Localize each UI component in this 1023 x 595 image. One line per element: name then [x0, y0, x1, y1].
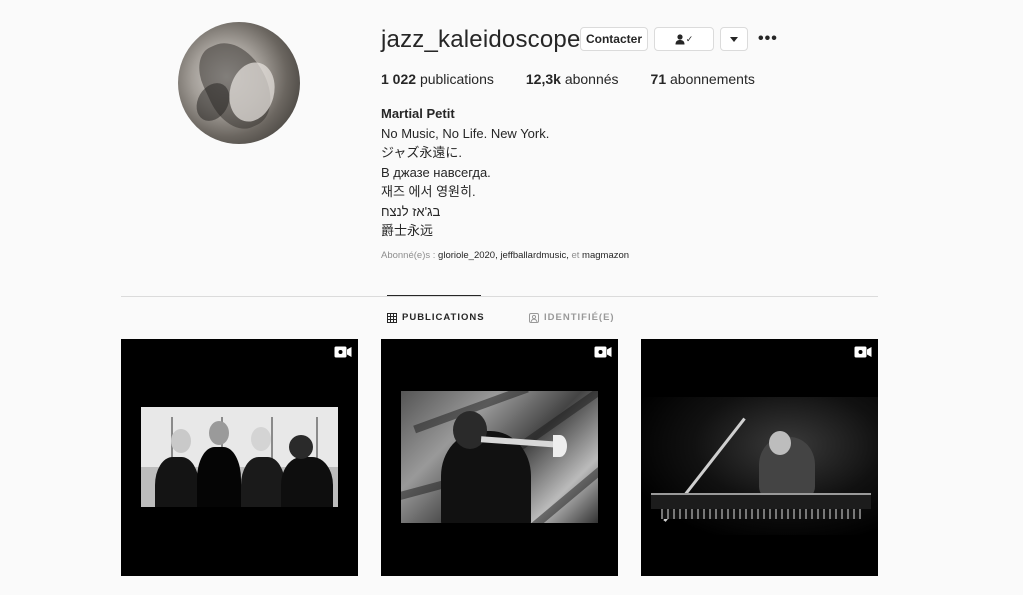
tagged-user-icon	[529, 312, 539, 323]
tab-tagged[interactable]: IDENTIFIÉ(E)	[529, 312, 615, 323]
video-icon	[334, 346, 352, 358]
bio-line: No Music, No Life. New York.	[381, 125, 550, 141]
tab-publications[interactable]: PUBLICATIONS	[387, 312, 485, 323]
followed-by-text[interactable]: Abonné(e)s : gloriole_2020, jeffballardm…	[381, 250, 629, 261]
bio-line: 爵士永远	[381, 223, 434, 238]
profile-bio: Martial Petit No Music, No Life. New Yor…	[381, 104, 549, 241]
pianist-photo	[641, 397, 878, 535]
profile-full-name: Martial Petit	[381, 106, 455, 121]
checkmark-icon: ✓	[685, 33, 694, 44]
bio-line: 재즈 에서 영원히.	[381, 184, 476, 199]
following-button[interactable]: ✓	[654, 27, 714, 51]
active-tab-indicator	[387, 295, 481, 296]
post-thumbnail[interactable]	[381, 339, 618, 576]
profile-avatar[interactable]	[178, 22, 300, 144]
posts-count: 1 022 publications	[381, 71, 494, 87]
grid-icon	[387, 312, 397, 323]
post-thumbnail[interactable]	[121, 339, 358, 576]
video-icon	[854, 346, 872, 358]
contact-button[interactable]: Contacter	[580, 27, 648, 51]
mutual-follower-last[interactable]: magmazon	[582, 250, 629, 261]
bio-line: בג'אז לנצח	[381, 203, 441, 219]
bio-line: В джазе навсегда.	[381, 164, 491, 180]
following-count[interactable]: 71 abonnements	[651, 71, 755, 87]
followers-count[interactable]: 12,3k abonnés	[526, 71, 619, 87]
suggestions-dropdown-button[interactable]	[720, 27, 748, 51]
bio-line: ジャズ永遠に.	[381, 145, 462, 160]
post-thumbnail[interactable]	[641, 339, 878, 576]
person-icon	[675, 33, 685, 44]
profile-stats: 1 022 publications 12,3k abonnés 71 abon…	[381, 71, 787, 87]
tabs-divider	[121, 296, 878, 297]
trumpet-player-photo	[401, 391, 598, 523]
triangle-down-icon	[730, 36, 738, 42]
more-options-icon[interactable]: •••	[758, 30, 778, 48]
video-icon	[594, 346, 612, 358]
profile-username: jazz_kaleidoscope	[381, 26, 581, 53]
band-photo	[141, 407, 338, 507]
mutual-follower-names[interactable]: gloriole_2020, jeffballardmusic,	[438, 250, 569, 261]
